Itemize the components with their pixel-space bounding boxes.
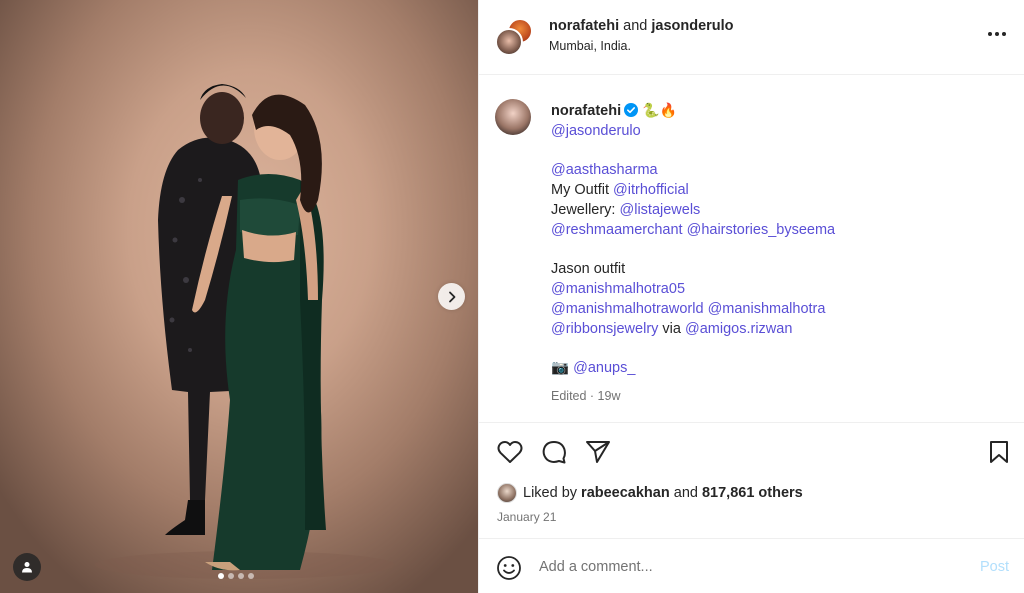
action-bar: Liked by rabeecakhan and 817,861 others …	[479, 422, 1024, 538]
comment-icon	[542, 441, 566, 464]
header-username-2[interactable]: jasonderulo	[651, 18, 733, 34]
share-button[interactable]	[583, 437, 613, 467]
avatar[interactable]	[497, 483, 517, 503]
caption-line: @aasthasharma	[551, 161, 991, 181]
caption-line: Jewellery: @listajewels	[551, 201, 991, 221]
verified-badge-icon	[624, 103, 639, 117]
caption-text-fragment: My Outfit	[551, 182, 614, 199]
carousel-dot	[248, 573, 254, 579]
comment-button[interactable]	[539, 437, 569, 467]
caption-text-fragment: Jewellery:	[551, 201, 620, 218]
caption-text-fragment: 📷	[551, 360, 574, 377]
liked-by-prefix: Liked by	[523, 485, 578, 501]
name-emojis: 🐍🔥	[642, 102, 677, 118]
heart-icon	[497, 441, 523, 463]
post-header: norafatehi and jasonderulo Mumbai, India…	[479, 0, 1024, 75]
comment-input[interactable]	[539, 556, 939, 578]
caption-line: 📷 @anups_	[551, 359, 991, 379]
couple-photo	[95, 84, 395, 579]
like-button[interactable]	[495, 437, 525, 467]
post-details-panel: norafatehi and jasonderulo Mumbai, India…	[478, 0, 1024, 593]
liked-by-user[interactable]: rabeecakhan	[581, 485, 670, 501]
tagged-users-button[interactable]	[13, 553, 41, 581]
caption-text-fragment: Jason outfit	[551, 261, 626, 278]
header-joiner: and	[623, 18, 648, 34]
mention-link[interactable]: @manishmalhotra	[708, 301, 826, 317]
comment-box: Post	[479, 538, 1024, 593]
avatar[interactable]	[495, 28, 523, 56]
more-horizontal-icon	[988, 32, 1006, 36]
mention-link[interactable]: @amigos.rizwan	[685, 321, 792, 337]
mention-link[interactable]: @jasonderulo	[551, 123, 641, 139]
caption-section: norafatehi 🐍🔥 @jasonderulo @aasthasharma M…	[479, 75, 1024, 422]
mention-link[interactable]: @itrhofficial	[613, 182, 689, 198]
carousel-dot	[238, 573, 244, 579]
avatar[interactable]	[495, 99, 531, 135]
caption-line: @manishmalhotraworld @manishmalhotra	[551, 300, 991, 320]
caption-line: @reshmaamerchant @hairstories_byseema	[551, 221, 991, 241]
mention-link[interactable]: @manishmalhotraworld	[551, 301, 704, 317]
caption-author-line: norafatehi 🐍🔥	[551, 101, 991, 122]
collab-avatars[interactable]	[495, 18, 535, 58]
likes-count-link[interactable]: 817,861 others	[702, 485, 803, 501]
header-username-1[interactable]: norafatehi	[549, 18, 619, 34]
caption-text: @jasonderulo @aasthasharma My Outfit @itrh…	[551, 122, 991, 379]
send-icon	[586, 441, 610, 463]
collab-title: norafatehi and jasonderulo	[549, 18, 734, 34]
mention-link[interactable]: @reshmaamerchant	[551, 222, 683, 238]
mention-link[interactable]: @hairstories_byseema	[687, 222, 836, 238]
more-options-button[interactable]	[985, 22, 1009, 46]
caption-line: Jason outfit	[551, 260, 991, 280]
carousel-dot	[228, 573, 234, 579]
post-image[interactable]	[0, 0, 478, 593]
smiley-icon	[497, 556, 521, 580]
post-date[interactable]: January 21	[497, 510, 556, 524]
mention-link[interactable]: @ribbonsjewelry	[551, 321, 658, 337]
next-slide-button[interactable]	[438, 283, 465, 310]
user-tag-icon	[22, 562, 32, 573]
chevron-right-icon	[448, 291, 455, 302]
caption-text-fragment: via	[658, 320, 685, 337]
caption-line: @ribbonsjewelry via @amigos.rizwan	[551, 320, 991, 340]
mention-link[interactable]: @aasthasharma	[551, 162, 658, 178]
post-comment-button[interactable]: Post	[980, 559, 1009, 575]
location-link[interactable]: Mumbai, India.	[549, 39, 631, 53]
caption-username[interactable]: norafatehi	[551, 103, 621, 119]
liked-by-summary: Liked by rabeecakhan and 817,861 others	[497, 483, 803, 503]
save-button[interactable]	[984, 437, 1014, 467]
liked-by-joiner: and	[673, 485, 698, 501]
mention-link[interactable]: @anups_	[573, 360, 635, 376]
caption-line: My Outfit @itrhofficial	[551, 181, 991, 201]
carousel-indicator	[218, 573, 254, 579]
mention-link[interactable]: @manishmalhotra05	[551, 281, 685, 297]
carousel-dot	[218, 573, 224, 579]
caption-line: @manishmalhotra05	[551, 280, 991, 300]
bookmark-icon	[990, 441, 1008, 463]
caption-line: @jasonderulo	[551, 122, 991, 142]
mention-link[interactable]: @listajewels	[620, 202, 701, 218]
caption-meta: Edited · 19w	[551, 389, 621, 404]
emoji-picker-button[interactable]	[495, 554, 523, 582]
caption-body: norafatehi 🐍🔥 @jasonderulo @aasthasharma M…	[551, 101, 991, 407]
